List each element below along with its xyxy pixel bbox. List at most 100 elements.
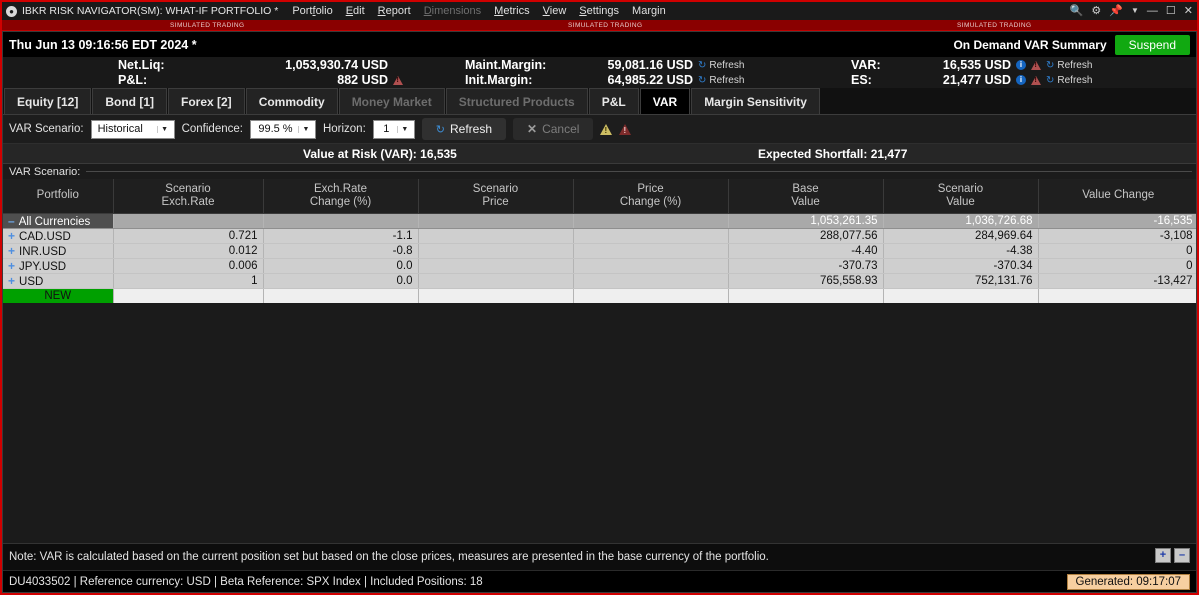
cell-portfolio[interactable]: + USD xyxy=(3,273,114,289)
info-icon[interactable]: i xyxy=(1016,60,1026,70)
expand-icon[interactable]: + xyxy=(8,259,15,273)
menu-item-view[interactable]: View xyxy=(543,5,567,17)
note-bar: Note: VAR is calculated based on the cur… xyxy=(3,543,1196,570)
risk-metrics-bar: Value at Risk (VAR): 16,535 Expected Sho… xyxy=(3,144,1196,164)
column-header-exch-rate[interactable]: Exch.Rate Change (%) xyxy=(263,179,419,214)
account-summary-bar: Net.Liq: 1,053,930.74 USD P&L: 882 USD M… xyxy=(3,57,1196,88)
refresh-button[interactable]: ↻ Refresh xyxy=(421,118,507,140)
column-header-line: Price xyxy=(482,195,509,208)
simulated-trading-text: SIMULATED TRADING xyxy=(170,22,245,29)
suspend-button[interactable]: Suspend xyxy=(1114,34,1190,55)
es-refresh-link[interactable]: Refresh xyxy=(1057,75,1092,86)
column-header-scenario[interactable]: Scenario Price xyxy=(418,179,574,214)
maximize-icon[interactable]: ☐ xyxy=(1166,5,1176,17)
refresh-icon[interactable]: ↻ xyxy=(698,75,706,86)
init-margin-value: 64,985.22 USD xyxy=(607,73,693,87)
cell-exch-rate-change: -0.8 xyxy=(263,243,419,259)
status-text: DU4033502 | Reference currency: USD | Be… xyxy=(9,575,483,588)
zoom-in-button[interactable]: + xyxy=(1155,548,1171,563)
tab-p-l[interactable]: P&L xyxy=(588,88,639,114)
scenario-group-strip: VAR Scenario: xyxy=(3,164,1196,179)
info-icon[interactable]: i xyxy=(1016,75,1026,85)
refresh-icon[interactable]: ↻ xyxy=(1046,75,1054,86)
column-header-line: Value xyxy=(791,195,820,208)
confidence-value: 99.5 % xyxy=(258,123,293,135)
cell-portfolio[interactable]: + JPY.USD xyxy=(3,258,114,274)
maint-margin-value: 59,081.16 USD xyxy=(607,58,693,72)
cell-scenario-price xyxy=(418,213,574,229)
tab-var[interactable]: VAR xyxy=(639,88,691,114)
cancel-button-label: Cancel xyxy=(542,122,580,136)
generated-badge: Generated: 09:17:07 xyxy=(1066,573,1190,590)
cell-portfolio[interactable]: + CAD.USD xyxy=(3,228,114,244)
close-icon[interactable]: ✕ xyxy=(1184,5,1193,17)
cell-base-value: 765,558.93 xyxy=(728,273,884,289)
menu-item-edit[interactable]: Edit xyxy=(346,5,365,17)
confidence-select[interactable]: 99.5 % ▼ xyxy=(249,119,316,139)
table-row[interactable]: – All Currencies 1,053,261.35 1,036,726.68-… xyxy=(3,213,1196,229)
column-header-scenario[interactable]: Scenario Value xyxy=(883,179,1039,214)
gear-icon[interactable]: ⚙ xyxy=(1091,5,1101,17)
cell-scenario-price xyxy=(418,228,574,244)
menu-item-settings[interactable]: Settings xyxy=(579,5,619,17)
column-header-line: Exch.Rate xyxy=(313,182,368,195)
refresh-icon[interactable]: ↻ xyxy=(1046,60,1054,71)
collapse-icon[interactable]: – xyxy=(8,214,15,228)
expand-icon[interactable]: + xyxy=(8,244,15,258)
cell-portfolio[interactable]: + INR.USD xyxy=(3,243,114,259)
var-scenario-select[interactable]: Historical ▼ xyxy=(90,119,175,139)
cell-scenario-exch-rate xyxy=(113,213,264,229)
menu-item-dimensions: Dimensions xyxy=(423,5,482,17)
table-row[interactable]: + CAD.USD 0.721 -1.1 288,077.56 284,969.64 -3,… xyxy=(3,228,1196,244)
expand-icon[interactable]: + xyxy=(8,274,15,288)
table-row[interactable]: + USD 1 0.0 765,558.93 752,131.76 -13,427 xyxy=(3,273,1196,289)
refresh-icon: ↻ xyxy=(435,123,445,136)
minimize-icon[interactable]: — xyxy=(1147,5,1158,17)
cell-base-value: 288,077.56 xyxy=(728,228,884,244)
cell-exch-rate-change xyxy=(263,288,419,303)
portfolio-label: NEW xyxy=(44,289,72,302)
tab-commodity[interactable]: Commodity xyxy=(245,88,338,114)
cell-value-change: -16,535 xyxy=(1038,213,1196,229)
cell-scenario-price xyxy=(418,273,574,289)
menu-item-margin[interactable]: Margin xyxy=(632,5,666,17)
warning-yellow-icon[interactable] xyxy=(600,123,613,135)
init-margin-refresh-link[interactable]: Refresh xyxy=(709,75,744,86)
refresh-button-label: Refresh xyxy=(450,122,493,136)
var-refresh-link[interactable]: Refresh xyxy=(1057,60,1092,71)
warning-red-icon[interactable] xyxy=(619,123,632,135)
cell-scenario-price xyxy=(418,288,574,303)
pnl-warning-icon xyxy=(393,75,403,85)
search-icon[interactable]: 🔍 xyxy=(1070,5,1084,17)
chevron-down-icon[interactable]: ▼ xyxy=(1131,7,1139,15)
tab-forex-2[interactable]: Forex [2] xyxy=(168,88,245,114)
tab-bond-1[interactable]: Bond [1] xyxy=(92,88,167,114)
tab-margin-sensitivity[interactable]: Margin Sensitivity xyxy=(691,88,820,114)
table-row[interactable]: + JPY.USD 0.006 0.0 -370.73 -370.34 0 xyxy=(3,258,1196,274)
expand-icon[interactable]: + xyxy=(8,229,15,243)
menu-item-report[interactable]: Report xyxy=(378,5,411,17)
cell-portfolio[interactable]: – All Currencies xyxy=(3,213,114,229)
refresh-icon[interactable]: ↻ xyxy=(698,60,706,71)
tab-equity-12[interactable]: Equity [12] xyxy=(4,88,92,114)
new-row-button[interactable]: NEW xyxy=(3,288,114,303)
column-header-scenario[interactable]: Scenario Exch.Rate xyxy=(113,179,264,214)
column-header-value-change[interactable]: Value Change xyxy=(1038,179,1196,214)
maint-margin-refresh-link[interactable]: Refresh xyxy=(709,60,744,71)
menu-item-portfolio[interactable]: Portfolio xyxy=(292,5,332,17)
table-body: – All Currencies 1,053,261.35 1,036,726.68-… xyxy=(3,213,1196,303)
cell-price-change xyxy=(573,228,729,244)
es-label: ES: xyxy=(851,73,872,87)
column-header-portfolio[interactable]: Portfolio xyxy=(3,179,114,214)
horizon-select[interactable]: 1 ▼ xyxy=(372,119,415,139)
zoom-out-button[interactable]: – xyxy=(1174,548,1190,563)
cell-scenario-value xyxy=(883,288,1039,303)
note-text: Note: VAR is calculated based on the cur… xyxy=(9,551,769,563)
table-row[interactable]: NEW xyxy=(3,288,1196,303)
column-header-price[interactable]: Price Change (%) xyxy=(573,179,729,214)
table-row[interactable]: + INR.USD 0.012 -0.8 -4.40 -4.38 0 xyxy=(3,243,1196,259)
menu-item-metrics[interactable]: Metrics xyxy=(494,5,529,17)
column-header-base[interactable]: Base Value xyxy=(728,179,884,214)
pin-icon[interactable]: 📌 xyxy=(1109,5,1123,17)
column-header-line: Base xyxy=(792,182,819,195)
